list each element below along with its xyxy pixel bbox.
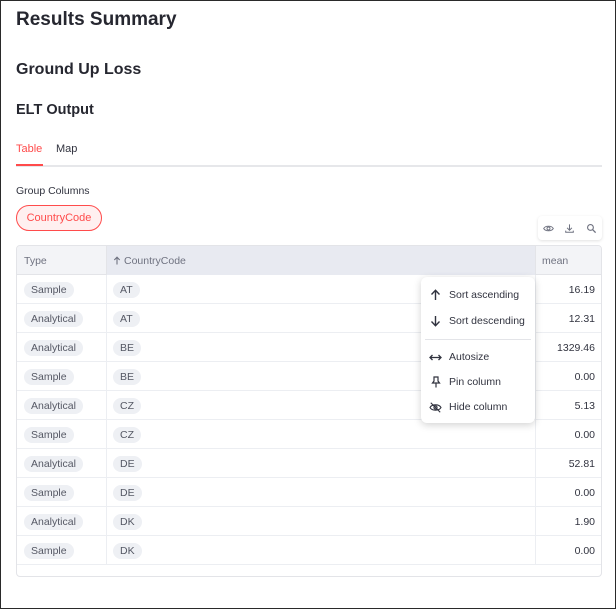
cell-mean: 0.00 (535, 362, 601, 391)
type-pill: Sample (24, 368, 74, 385)
grid-header: Type CountryCode mean (17, 246, 601, 275)
active-tab-indicator (16, 164, 43, 166)
cell-type: Analytical (17, 333, 106, 362)
cell-mean: 1329.46 (535, 333, 601, 362)
cell-mean: 0.00 (535, 478, 601, 507)
menu-item-sort-ascending[interactable]: Sort ascending (421, 284, 535, 306)
cell-type: Analytical (17, 391, 106, 420)
country-pill: DK (113, 542, 142, 559)
column-header-mean[interactable]: mean (535, 246, 601, 275)
menu-divider (425, 339, 531, 340)
cell-type: Sample (17, 420, 106, 449)
type-pill: Analytical (24, 339, 83, 356)
tab-table[interactable]: Table (16, 143, 42, 155)
country-pill: DE (113, 455, 142, 472)
cell-countrycode: DK (106, 507, 535, 536)
column-header-label: CountryCode (124, 254, 186, 267)
grid-toolbar (538, 216, 602, 240)
arrow-down-icon (429, 315, 442, 328)
column-context-menu: Sort ascending Sort descending Autosize … (421, 277, 535, 423)
cell-countrycode: DK (106, 536, 535, 565)
table-row[interactable]: Sample CZ 0.00 (17, 420, 601, 449)
type-pill: Sample (24, 426, 74, 443)
tab-bar: Table Map (16, 141, 602, 167)
page-title: Results Summary (16, 9, 177, 30)
cell-mean: 12.31 (535, 304, 601, 333)
type-pill: Analytical (24, 455, 83, 472)
cell-countrycode: DE (106, 449, 535, 478)
country-pill: DK (113, 513, 142, 530)
country-pill: DE (113, 484, 142, 501)
country-pill: CZ (113, 426, 141, 443)
country-pill: BE (113, 339, 142, 356)
cell-type: Sample (17, 478, 106, 507)
pin-icon (429, 376, 442, 389)
table-row[interactable]: Analytical DK 1.90 (17, 507, 601, 536)
menu-item-label: Autosize (449, 351, 490, 363)
cell-mean: 0.00 (535, 420, 601, 449)
country-pill: AT (113, 281, 140, 298)
cell-type: Analytical (17, 449, 106, 478)
menu-item-hide-column[interactable]: Hide column (421, 396, 535, 418)
cell-mean: 0.00 (535, 536, 601, 565)
type-pill: Sample (24, 281, 74, 298)
cell-mean: 1.90 (535, 507, 601, 536)
country-pill: BE (113, 368, 142, 385)
type-pill: Analytical (24, 513, 83, 530)
eye-icon[interactable] (543, 223, 555, 234)
cell-type: Analytical (17, 304, 106, 333)
column-header-label: Type (24, 254, 47, 267)
cell-countrycode: CZ (106, 420, 535, 449)
table-row[interactable]: Analytical DE 52.81 (17, 449, 601, 478)
app-frame: Results Summary Ground Up Loss ELT Outpu… (0, 0, 616, 609)
menu-item-autosize[interactable]: Autosize (421, 346, 535, 368)
group-column-chip[interactable]: CountryCode (16, 205, 102, 231)
table-row[interactable]: Sample DK 0.00 (17, 536, 601, 565)
eye-off-icon (429, 401, 442, 414)
cell-mean: 16.19 (535, 275, 601, 304)
cell-mean: 5.13 (535, 391, 601, 420)
table-row[interactable]: Sample DE 0.00 (17, 478, 601, 507)
menu-item-pin-column[interactable]: Pin column (421, 371, 535, 393)
download-icon[interactable] (564, 223, 575, 234)
cell-type: Sample (17, 275, 106, 304)
menu-item-label: Pin column (449, 376, 501, 388)
search-icon[interactable] (586, 223, 597, 234)
column-header-countrycode[interactable]: CountryCode (106, 246, 535, 275)
cell-type: Sample (17, 536, 106, 565)
sort-ascending-icon (113, 256, 121, 265)
type-pill: Sample (24, 542, 74, 559)
autosize-icon (429, 351, 442, 364)
menu-item-label: Sort descending (449, 315, 525, 327)
cell-countrycode: DE (106, 478, 535, 507)
tab-map[interactable]: Map (56, 143, 77, 155)
country-pill: CZ (113, 397, 141, 414)
arrow-up-icon (429, 289, 442, 302)
menu-item-sort-descending[interactable]: Sort descending (421, 310, 535, 332)
section-heading-ground-up-loss: Ground Up Loss (16, 61, 142, 78)
group-columns-label: Group Columns (16, 185, 90, 197)
type-pill: Analytical (24, 310, 83, 327)
column-header-type[interactable]: Type (17, 246, 106, 275)
section-heading-elt-output: ELT Output (16, 102, 94, 118)
type-pill: Analytical (24, 397, 83, 414)
menu-item-label: Sort ascending (449, 289, 520, 301)
menu-item-label: Hide column (449, 401, 508, 413)
cell-mean: 52.81 (535, 449, 601, 478)
cell-type: Sample (17, 362, 106, 391)
type-pill: Sample (24, 484, 74, 501)
cell-type: Analytical (17, 507, 106, 536)
country-pill: AT (113, 310, 140, 327)
column-header-label: mean (542, 254, 569, 267)
